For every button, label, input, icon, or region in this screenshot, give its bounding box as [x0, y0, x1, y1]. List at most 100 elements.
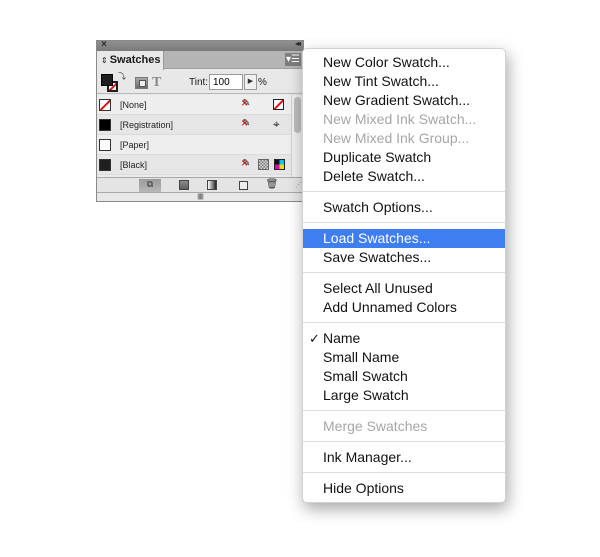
swatch-row-none[interactable]: [None] ✎ [97, 95, 291, 115]
menu-item-label: Save Swatches... [323, 249, 432, 265]
menu-item-ink-manager[interactable]: Ink Manager... [303, 448, 505, 467]
swatch-name: [Registration] [120, 120, 174, 130]
fill-icon[interactable] [101, 74, 113, 86]
menu-item-label: Delete Swatch... [323, 168, 425, 184]
tab-swatches[interactable]: ⇕ Swatches [97, 51, 164, 70]
menu-item-merge-swatches: Merge Swatches [303, 417, 505, 436]
menu-item-label: Add Unnamed Colors [323, 299, 457, 315]
menu-item-label: New Mixed Ink Swatch... [323, 111, 477, 127]
menu-item-hide-options[interactable]: Hide Options [303, 479, 505, 498]
delete-swatch-button[interactable]: 🗑 [261, 179, 283, 192]
registration-mark-icon: ⌖ [273, 117, 280, 131]
show-gradient-swatches-button[interactable] [201, 179, 223, 192]
menu-item-label: Duplicate Swatch [323, 149, 432, 165]
menu-item-select-all-unused[interactable]: Select All Unused [303, 279, 505, 298]
collapse-icon[interactable]: ◂◂ [295, 39, 301, 48]
tint-percent-label: % [258, 77, 267, 88]
show-all-swatches-icon: ⧉ [146, 179, 154, 189]
cmyk-mode-icon [274, 159, 285, 170]
panel-menu-button[interactable]: ▾☰ [285, 53, 301, 66]
menu-item-label: Large Swatch [323, 387, 409, 403]
menu-separator [303, 272, 505, 273]
menu-item-new-color-swatch[interactable]: New Color Swatch... [303, 53, 505, 72]
menu-item-name[interactable]: ✓ Name [303, 329, 505, 348]
scrollbar-thumb[interactable] [294, 97, 301, 133]
menu-item-label: Ink Manager... [323, 449, 412, 465]
no-edit-icon: ✎ [241, 96, 250, 110]
panel-tab-row: ⇕ Swatches ▾☰ [97, 51, 303, 70]
swatches-panel-menu: New Color Swatch... New Tint Swatch... New… [302, 48, 506, 503]
menu-item-label: Merge Swatches [323, 418, 428, 434]
menu-item-add-unnamed-colors[interactable]: Add Unnamed Colors [303, 298, 505, 317]
resize-grip-icon[interactable]: ⋰ [295, 181, 302, 189]
swatch-row-registration[interactable]: [Registration] ✎ ⌖ [97, 115, 291, 135]
color-swatch-icon [179, 180, 189, 190]
tint-slider-toggle[interactable]: ▶ [244, 74, 257, 90]
menu-separator [303, 322, 505, 323]
new-swatch-icon [238, 181, 248, 190]
trash-icon: 🗑 [265, 179, 279, 190]
menu-item-new-mixed-ink-group: New Mixed Ink Group... [303, 129, 505, 148]
tab-swatches-label: Swatches [109, 54, 161, 66]
swatch-row-black[interactable]: [Black] ✎ [97, 155, 291, 175]
tint-label: Tint: [189, 77, 209, 88]
menu-item-large-swatch[interactable]: Large Swatch [303, 386, 505, 405]
menu-item-label: New Mixed Ink Group... [323, 130, 470, 146]
menu-item-label: Small Name [323, 349, 400, 365]
no-edit-icon: ✎ [241, 116, 250, 130]
menu-item-save-swatches[interactable]: Save Swatches... [303, 248, 505, 267]
menu-item-small-name[interactable]: Small Name [303, 348, 505, 367]
menu-item-label: Select All Unused [323, 280, 433, 296]
menu-item-delete-swatch[interactable]: Delete Swatch... [303, 167, 505, 186]
swatch-row-paper[interactable]: [Paper] [97, 135, 291, 155]
close-icon[interactable]: × [101, 39, 107, 50]
menu-separator [303, 410, 505, 411]
swatch-name: [None] [120, 100, 147, 110]
menu-item-new-mixed-ink-swatch: New Mixed Ink Swatch... [303, 110, 505, 129]
menu-separator [303, 472, 505, 473]
menu-item-new-gradient-swatch[interactable]: New Gradient Swatch... [303, 91, 505, 110]
swap-fill-stroke-icon[interactable]: ⤵ [118, 71, 126, 82]
panel-bottom-bar: ⧉ 🗑 ⋰ [97, 177, 303, 193]
swatch-chip-black [99, 159, 111, 171]
swatch-chip-none [99, 99, 111, 111]
menu-item-label: Name [323, 330, 361, 346]
swatch-name: [Black] [120, 160, 148, 170]
gradient-swatch-icon [207, 180, 217, 190]
panel-toolbar: ⤵ T Tint: ▶ % [97, 70, 303, 94]
menu-item-small-swatch[interactable]: Small Swatch [303, 367, 505, 386]
menu-item-label: Small Swatch [323, 368, 408, 384]
no-edit-icon: ✎ [241, 156, 250, 170]
menu-separator [303, 191, 505, 192]
menu-item-label: Hide Options [323, 480, 404, 496]
menu-item-label: New Gradient Swatch... [323, 92, 471, 108]
panel-titlebar[interactable]: × ◂◂ [97, 39, 303, 51]
formatting-affects-text-icon[interactable]: T [152, 75, 161, 91]
menu-item-new-tint-swatch[interactable]: New Tint Swatch... [303, 72, 505, 91]
swatch-name: [Paper] [120, 140, 150, 150]
tint-input[interactable] [209, 74, 243, 90]
show-all-swatches-button[interactable]: ⧉ [139, 179, 161, 192]
menu-separator [303, 222, 505, 223]
fill-stroke-control[interactable]: ⤵ [101, 71, 126, 92]
process-color-icon [258, 159, 269, 170]
checkmark-icon: ✓ [309, 331, 320, 346]
show-color-swatches-button[interactable] [173, 179, 195, 192]
menu-item-duplicate-swatch[interactable]: Duplicate Swatch [303, 148, 505, 167]
swatches-panel: × ◂◂ ⇕Swatches ▾☰ ⤵ T Tint: ▶ % [None] ✎… [96, 39, 304, 202]
menu-item-label: New Color Swatch... [323, 54, 450, 70]
formatting-affects-container-icon[interactable] [135, 77, 148, 89]
menu-item-swatch-options[interactable]: Swatch Options... [303, 198, 505, 217]
menu-separator [303, 441, 505, 442]
panel-drag-grip[interactable]: |||||||||| [97, 194, 303, 202]
menu-item-load-swatches[interactable]: Load Swatches... [303, 229, 505, 248]
new-swatch-button[interactable] [232, 179, 254, 192]
menu-item-label: New Tint Swatch... [323, 73, 439, 89]
none-color-icon [273, 99, 284, 110]
tab-arrows-icon: ⇕ [101, 56, 108, 65]
swatch-chip-registration [99, 119, 111, 131]
menu-item-label: Swatch Options... [323, 199, 433, 215]
menu-item-label: Load Swatches... [323, 230, 431, 246]
swatch-list: [None] ✎ [Registration] ✎ ⌖ [Paper] [Bla… [97, 95, 291, 177]
swatch-chip-paper [99, 139, 111, 151]
